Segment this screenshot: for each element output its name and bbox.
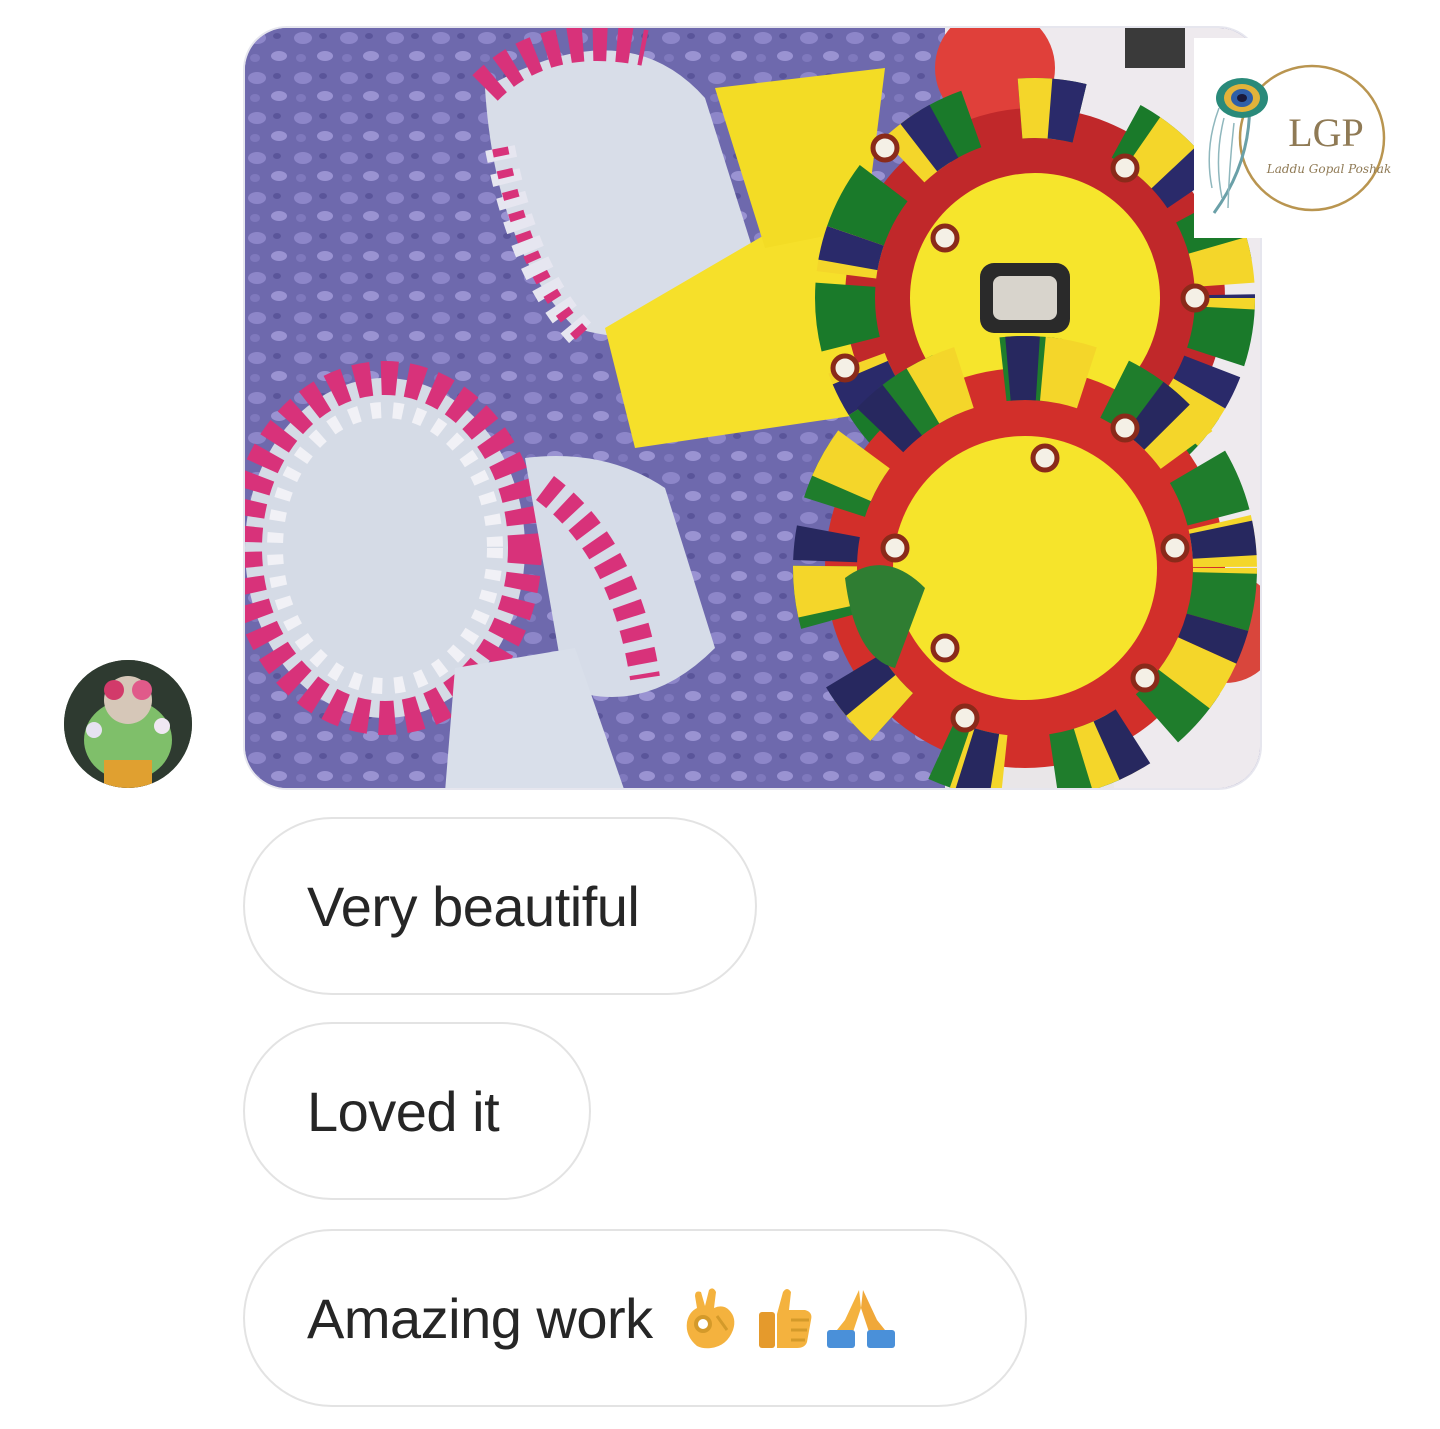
photo-message[interactable] bbox=[243, 26, 1262, 790]
message-bubble[interactable]: Loved it bbox=[243, 1022, 591, 1200]
message-text: Very beautiful bbox=[307, 874, 640, 938]
avatar[interactable] bbox=[64, 660, 192, 788]
emoji-group bbox=[681, 1286, 897, 1350]
dress-photo bbox=[245, 28, 1260, 788]
peacock-feather-icon bbox=[1208, 78, 1268, 214]
ok-hand-emoji bbox=[686, 1288, 735, 1349]
folded-hands-emoji bbox=[826, 1290, 895, 1348]
logo-monogram: LGP bbox=[1288, 110, 1364, 155]
message-text: Amazing work bbox=[307, 1286, 653, 1350]
logo-script: Laddu Gopal Poshak bbox=[1266, 162, 1391, 176]
message-bubble[interactable]: Amazing work bbox=[243, 1229, 1027, 1407]
brand-logo: LGP Laddu Gopal Poshak bbox=[1194, 38, 1408, 238]
message-bubble[interactable]: Very beautiful bbox=[243, 817, 757, 995]
message-text: Loved it bbox=[307, 1079, 500, 1143]
thumbs-up-emoji bbox=[758, 1289, 812, 1348]
